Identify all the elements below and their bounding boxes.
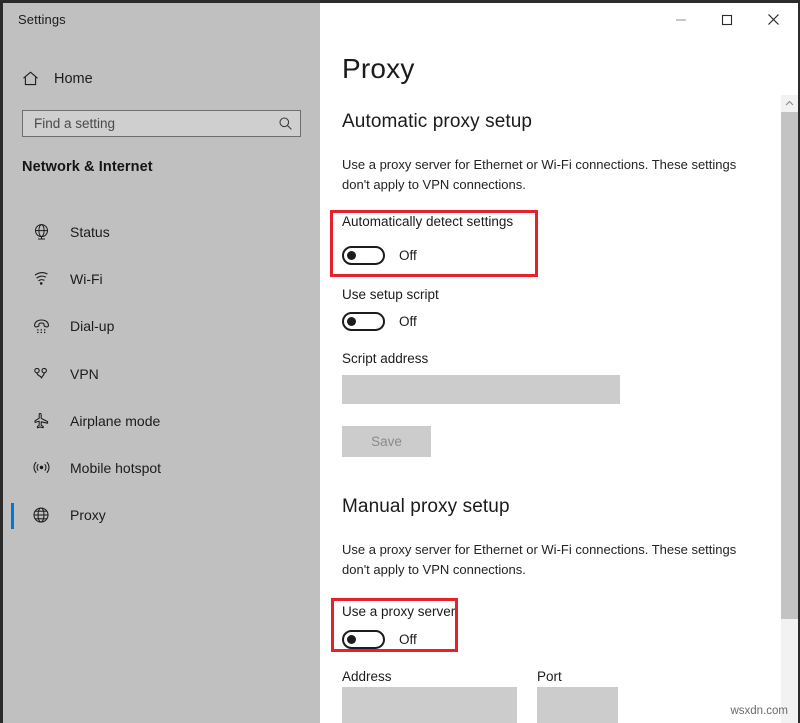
setup-script-toggle[interactable] — [342, 312, 385, 331]
content-scrollbar[interactable] — [781, 95, 798, 723]
setup-script-toggle-row: Off — [342, 312, 417, 331]
toggle-knob — [347, 635, 356, 644]
toggle-knob — [347, 251, 356, 260]
airplane-icon — [21, 411, 61, 430]
app-title: Settings — [18, 12, 66, 27]
port-label: Port — [537, 669, 562, 684]
toggle-knob — [347, 317, 356, 326]
sidebar-item-label: Wi-Fi — [70, 270, 103, 287]
auto-detect-toggle[interactable] — [342, 246, 385, 265]
sidebar-item-dialup[interactable]: Dial-up — [3, 303, 320, 350]
use-proxy-toggle[interactable] — [342, 630, 385, 649]
automatic-proxy-heading: Automatic proxy setup — [342, 111, 533, 132]
sidebar: Settings Home Network & Internet — [3, 3, 320, 723]
nav-accent-bar — [11, 408, 14, 434]
sidebar-item-wifi[interactable]: Wi-Fi — [3, 255, 320, 302]
sidebar-item-label: Dial-up — [70, 318, 115, 335]
manual-proxy-heading: Manual proxy setup — [342, 496, 510, 517]
chevron-up-icon[interactable] — [781, 95, 798, 112]
manual-proxy-description: Use a proxy server for Ethernet or Wi-Fi… — [342, 542, 737, 577]
sidebar-nav-list: Status Wi-Fi Dial-up VPN Airplane mode M… — [3, 208, 320, 539]
sidebar-item-proxy[interactable]: Proxy — [3, 492, 320, 539]
sidebar-item-home[interactable]: Home — [13, 62, 303, 95]
setup-script-label: Use setup script — [342, 287, 439, 302]
globe-status-icon — [21, 222, 61, 241]
nav-accent-bar — [11, 502, 14, 529]
maximize-icon[interactable] — [704, 3, 750, 36]
auto-detect-toggle-row: Off — [342, 246, 417, 265]
sidebar-item-mobile-hotspot[interactable]: Mobile hotspot — [3, 444, 320, 491]
sidebar-item-label: Mobile hotspot — [70, 460, 162, 477]
sidebar-category-title: Network & Internet — [22, 159, 153, 175]
sidebar-titlebar: Settings — [3, 3, 320, 37]
sidebar-item-label: Status — [70, 223, 110, 240]
address-label: Address — [342, 669, 392, 684]
sidebar-item-airplane-mode[interactable]: Airplane mode — [3, 397, 320, 444]
auto-detect-label: Automatically detect settings — [342, 214, 514, 229]
sidebar-item-label: Airplane mode — [70, 412, 161, 429]
setup-script-state: Off — [399, 314, 417, 329]
port-input[interactable] — [537, 687, 618, 723]
use-proxy-toggle-row: Off — [342, 630, 417, 649]
sidebar-item-status[interactable]: Status — [3, 208, 320, 255]
content-pane: Proxy Automatic proxy setup Use a proxy … — [320, 3, 798, 723]
search-input[interactable] — [23, 111, 270, 136]
globe-proxy-icon — [21, 505, 61, 525]
dialup-phone-icon — [21, 317, 61, 336]
sidebar-item-label: VPN — [70, 365, 99, 382]
sidebar-item-vpn[interactable]: VPN — [3, 350, 320, 397]
page-title: Proxy — [342, 53, 415, 84]
minimize-icon[interactable] — [658, 3, 704, 36]
nav-accent-bar — [11, 266, 14, 292]
wifi-icon — [21, 269, 61, 288]
close-icon[interactable] — [750, 3, 796, 36]
search-icon[interactable] — [270, 116, 300, 131]
vpn-icon — [21, 364, 61, 383]
use-proxy-label: Use a proxy server — [342, 604, 456, 619]
sidebar-home-label: Home — [54, 70, 93, 87]
settings-window: Settings Home Network & Internet — [0, 0, 800, 723]
nav-accent-bar — [11, 361, 14, 387]
nav-accent-bar — [11, 314, 14, 340]
search-box[interactable] — [22, 110, 301, 137]
scrollbar-thumb[interactable] — [781, 112, 798, 619]
address-input[interactable] — [342, 687, 517, 723]
hotspot-icon — [21, 459, 61, 478]
nav-accent-bar — [11, 455, 14, 481]
automatic-proxy-description: Use a proxy server for Ethernet or Wi-Fi… — [342, 157, 737, 192]
home-icon — [13, 69, 47, 88]
nav-accent-bar — [11, 219, 14, 245]
use-proxy-state: Off — [399, 632, 417, 647]
script-address-input[interactable] — [342, 375, 620, 404]
script-address-label: Script address — [342, 351, 429, 366]
sidebar-item-label: Proxy — [70, 507, 106, 524]
window-controls — [658, 3, 796, 36]
save-button[interactable]: Save — [342, 426, 431, 457]
auto-detect-state: Off — [399, 248, 417, 263]
watermark: wsxdn.com — [730, 705, 788, 717]
